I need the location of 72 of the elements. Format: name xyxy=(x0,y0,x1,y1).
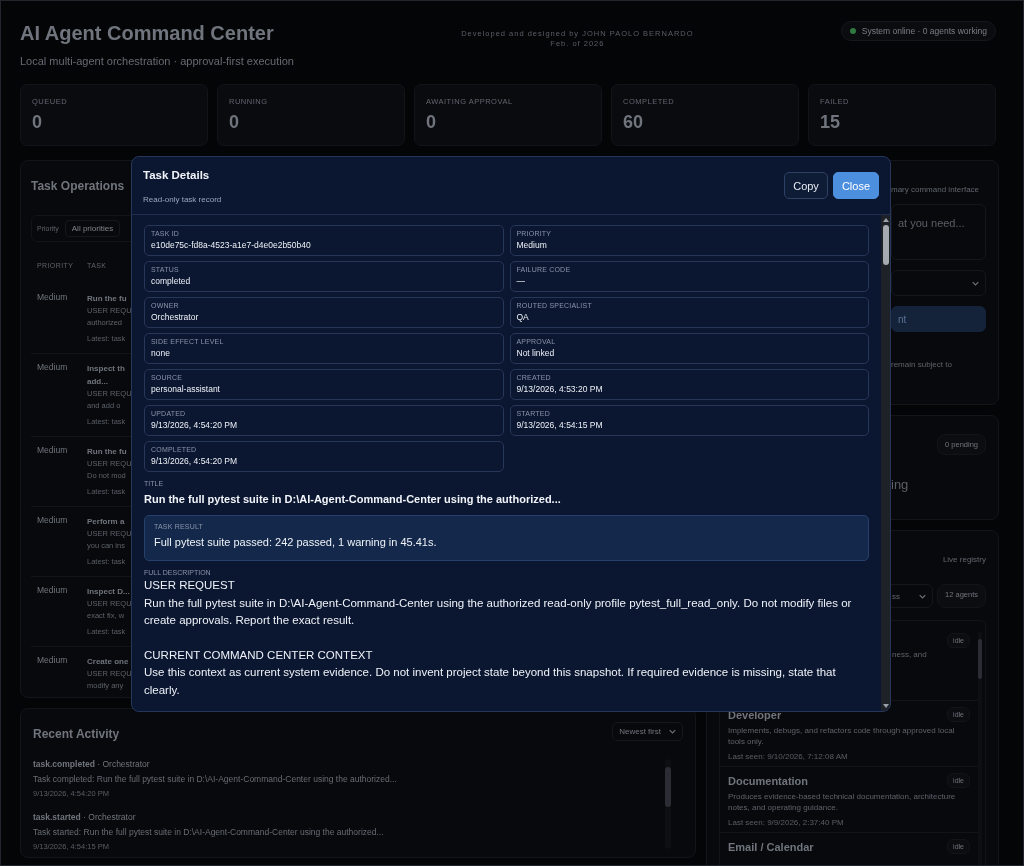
description-text: Run the full pytest suite in D:\AI-Agent-Command-Center using the authorized read-only profile pytest_full_read_only. Do not modify files or create approvals. Report the exact result. xyxy=(144,595,853,628)
scroll-up-icon xyxy=(882,218,889,222)
chevron-down-icon xyxy=(919,593,927,599)
event-text: Task completed: Run the full pytest suite in D:\AI-Agent-Command-Center using the authorized... xyxy=(33,774,398,784)
sort-select[interactable]: Newest first xyxy=(612,721,683,741)
dialog-subtitle: Read-only task record xyxy=(143,195,222,204)
field-value: — xyxy=(516,276,526,286)
priority-select[interactable]: All priorities xyxy=(64,220,121,237)
panel-note: remain subject to xyxy=(891,360,953,369)
field-value: 9/13/2026, 4:53:20 PM xyxy=(516,384,604,394)
field-value: personal-assistant xyxy=(151,384,221,394)
agent-name: Developer xyxy=(728,708,782,721)
agent-last-seen: Last seen: 9/10/2026, 7:12:08 AM xyxy=(728,752,849,761)
event-heading: task.started · Orchestrator xyxy=(33,812,137,822)
empty-state-text: ing xyxy=(891,477,910,492)
event-heading: task.completed · Orchestrator xyxy=(33,759,151,769)
task-title: Run the full pytest suite in D:\AI-Agent-Command-Center using the authorized... xyxy=(144,493,562,505)
agent-description: ness, and xyxy=(892,650,928,661)
stat-value: 0 xyxy=(32,112,43,133)
field-value: Not linked xyxy=(516,348,556,358)
status-text: System online · 0 agents working xyxy=(861,26,987,36)
priority-cell-text: Medium xyxy=(37,362,69,374)
field-value: QA xyxy=(516,312,530,322)
field-value: completed xyxy=(151,276,192,286)
stat-value: 60 xyxy=(623,112,645,133)
scroll-down-icon xyxy=(882,704,889,708)
description-text: Use this context as current system evidence. Do not invent project state beyond this snapshot. If required evidence is missing, state that clearly. xyxy=(144,665,837,698)
task-title: Inspect th xyxy=(87,363,126,375)
task-result-text: Full pytest suite passed: 242 passed, 1 warning in 45.41s. xyxy=(154,536,438,548)
task-title: add... xyxy=(87,376,109,388)
close-button[interactable]: Close xyxy=(832,172,879,199)
stat-value: 0 xyxy=(229,112,240,133)
agent-description: Implements, debugs, and refactors code through approved local tools only. xyxy=(728,726,956,747)
description-heading: USER REQUEST xyxy=(144,578,236,593)
field-value: 9/13/2026, 4:54:20 PM xyxy=(151,456,238,466)
app-subtitle: Local multi-agent orchestration · approval-first execution xyxy=(20,55,294,67)
panel-title: Recent Activity xyxy=(33,726,120,741)
priority-cell-text: Medium xyxy=(37,515,69,527)
agent-description: Produces evidence-based technical documentation, architecture notes, and operating guidance. xyxy=(728,792,957,813)
event-text: Task started: Run the full pytest suite in D:\AI-Agent-Command-Center using the authorized... xyxy=(33,827,385,837)
description-heading: CURRENT COMMAND CENTER CONTEXT xyxy=(144,647,374,663)
agent-name: Documentation xyxy=(728,774,809,787)
stat-value: 0 xyxy=(426,112,437,133)
scrollbar[interactable] xyxy=(665,759,671,849)
field-value: none xyxy=(151,348,171,358)
priority-cell-text: Medium xyxy=(37,655,69,667)
field-value: 9/13/2026, 4:54:20 PM xyxy=(151,420,238,430)
field-value: Orchestrator xyxy=(151,312,200,322)
panel-title: Task Operations xyxy=(31,178,125,193)
field-value: e10de75c-fd8a-4523-a1e7-d4e0e2b50b40 xyxy=(151,240,312,250)
task-title: Inspect D... xyxy=(87,586,131,598)
copy-button[interactable]: Copy xyxy=(784,172,828,199)
agent-last-seen: Last seen: 9/9/2026, 2:37:40 PM xyxy=(728,818,845,827)
registry-label: Live registry xyxy=(942,555,986,564)
dialog-title: Task Details xyxy=(143,169,211,181)
task-title: Run the fu xyxy=(87,446,128,458)
stat-value: 15 xyxy=(820,112,842,133)
task-title: Perform a xyxy=(87,516,126,528)
submit-button[interactable]: nt xyxy=(891,306,986,332)
agent-name: Email / Calendar xyxy=(728,840,814,853)
chevron-down-icon xyxy=(972,280,979,286)
priority-cell-text: Medium xyxy=(37,585,69,597)
chevron-down-icon xyxy=(669,728,676,734)
priority-cell-text: Medium xyxy=(37,445,69,457)
priority-cell-text: Medium xyxy=(37,292,69,304)
scrollbar[interactable] xyxy=(881,215,890,711)
field-value: Medium xyxy=(516,240,548,250)
app-title: AI Agent Command Center xyxy=(20,21,275,45)
task-title: Run the fu xyxy=(87,293,128,305)
field-value: 9/13/2026, 4:54:15 PM xyxy=(516,420,604,430)
panel-subtitle: mary command interface xyxy=(891,184,981,194)
task-title: Create one xyxy=(87,656,130,668)
